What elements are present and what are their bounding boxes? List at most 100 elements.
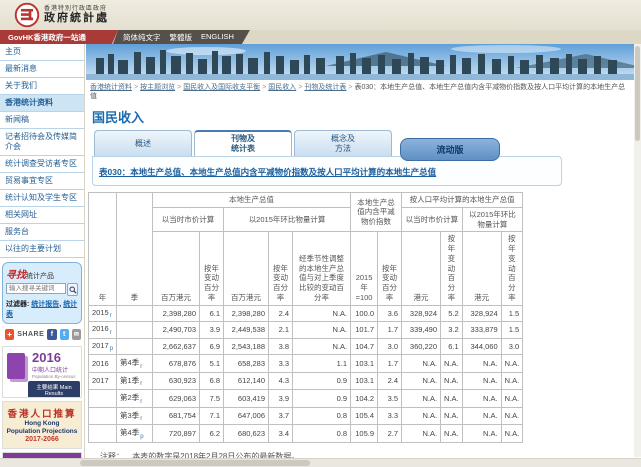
breadcrumb-separator: > [177, 84, 181, 91]
search-button[interactable] [67, 283, 78, 296]
sidebar-item[interactable]: 贸易事宜专区 [0, 173, 84, 190]
cell-year: 2017p [89, 338, 117, 355]
sidebar-item[interactable]: 服务台 [0, 224, 84, 241]
table-row: 2016r2,490,7033.92,449,5382.1N.A.101.71.… [89, 322, 523, 339]
cell-value: N.A. [441, 425, 463, 443]
cell-year: 2016 [89, 355, 117, 373]
lang-traditional[interactable]: 繁體版 [170, 32, 193, 44]
sidebar: 主页最新消息关于我们香港统计资料新闻稿记者招待会及传媒简介会统计调查受访者专区贸… [0, 44, 85, 467]
cell-year: 2017 [89, 372, 117, 390]
cell-value: 344,060 [462, 338, 501, 355]
breadcrumb-link[interactable]: 按主题浏览 [140, 84, 175, 91]
cell-value: 100.0 [351, 305, 378, 322]
twitter-icon[interactable]: t [60, 329, 69, 340]
sidebar-item[interactable]: 统计调查受访者专区 [0, 156, 84, 173]
th-quarter: 季 [117, 193, 153, 306]
revision-flag: r [140, 416, 142, 422]
gdp-table: 年 季 本地生产总值 本地生产总值内含平减物价指数 按人口平均计算的本地生产总值… [88, 192, 523, 443]
cell-value: 2,398,280 [224, 305, 269, 322]
revision-flag: r [140, 364, 142, 370]
projections-title-en2: Population Projections [3, 428, 81, 436]
bycensus-banner[interactable]: 2016 中期人口统计 Population By-census 主要结果 Ma… [2, 346, 82, 398]
email-icon[interactable]: ✉ [72, 329, 81, 340]
breadcrumb-separator: > [348, 84, 352, 91]
sidebar-item[interactable]: 记者招待会及传媒简介会 [0, 129, 84, 156]
cell-quarter: 第4季r [117, 355, 153, 373]
th-mn-hkd-2: 百万港元 [224, 232, 269, 305]
sidebar-item[interactable]: 新闻稿 [0, 112, 84, 129]
th-hkd: 港元 [402, 232, 441, 305]
cell-value: 0.9 [293, 372, 351, 390]
th-index-base: 2015年 =100 [351, 232, 378, 305]
cell-value: 105.4 [351, 407, 378, 425]
sidebar-item[interactable]: 香港统计资料 [0, 95, 84, 112]
cell-value: 658,283 [224, 355, 269, 373]
cell-value: 1.7 [378, 322, 402, 339]
sidebar-item[interactable]: 关于我们 [0, 78, 84, 95]
govhk-link[interactable]: GovHK香港政府一站通 [0, 30, 118, 44]
cell-value: 0.8 [293, 425, 351, 443]
sidebar-item[interactable]: 最新消息 [0, 61, 84, 78]
cell-value: 612,140 [224, 372, 269, 390]
cell-value: N.A. [441, 372, 463, 390]
th-chained: 以2015年环比物量计算 [224, 207, 351, 232]
tab[interactable]: 刊物及 统计表 [194, 130, 292, 156]
search-input[interactable] [6, 283, 66, 294]
tab[interactable]: 概述 [94, 130, 192, 156]
cell-value: 104.7 [351, 338, 378, 355]
breadcrumb: 香港统计资料>按主题浏览>国民收入及国际收支平衡>国民收入>刊物及统计表>表03… [86, 80, 634, 103]
sidebar-item[interactable]: 相关网址 [0, 207, 84, 224]
cell-quarter: 第4季p [117, 425, 153, 443]
table030-link[interactable]: 表030：本地生产总值、本地生产总值内含平减物价指数及按人口平均计算的本地生产总… [99, 167, 436, 177]
addthis-share-icon[interactable]: + [5, 329, 14, 340]
breadcrumb-link[interactable]: 刊物及统计表 [304, 84, 346, 91]
sidebar-item[interactable]: 以往的主要计划 [0, 241, 84, 258]
breadcrumb-link[interactable]: 国民收入及国际收支平衡 [183, 84, 260, 91]
breadcrumb-link[interactable]: 香港统计资料 [90, 84, 132, 91]
cell-value: N.A. [501, 355, 523, 373]
table-row: 2017第1季r630,9236.8612,1404.30.9103.12.4N… [89, 372, 523, 390]
th-current-prices-pc: 以当时市价计算 [402, 207, 463, 232]
cell-value: N.A. [462, 425, 501, 443]
cell-value: 360,220 [402, 338, 441, 355]
cell-value: 104.2 [351, 390, 378, 408]
cell-value: 630,923 [153, 372, 200, 390]
cell-year [89, 407, 117, 425]
bycensus-results-button[interactable]: 主要结果 Main Results [28, 381, 80, 398]
revision-flag: r [110, 313, 112, 319]
cell-value: 680,623 [224, 425, 269, 443]
cell-value: 7.1 [200, 407, 224, 425]
projections-banner[interactable]: 香港人口推算 Hong Kong Population Projections … [2, 401, 82, 449]
cell-value: 6.2 [200, 425, 224, 443]
harbour-skyline-banner [86, 44, 634, 80]
table-row: 第2季r629,0637.5603,4193.90.9104.23.5N.A.N… [89, 390, 523, 408]
cell-value: N.A. [462, 407, 501, 425]
sidebar-item[interactable]: 主页 [0, 44, 84, 61]
cell-value: 678,876 [153, 355, 200, 373]
facebook-icon[interactable]: f [47, 329, 56, 340]
cell-value: 328,924 [462, 305, 501, 322]
breadcrumb-link[interactable]: 国民收入 [268, 84, 296, 91]
mobile-version-button[interactable]: 流动版 [400, 138, 500, 161]
cell-value: 0.8 [293, 407, 351, 425]
cell-quarter [117, 305, 153, 322]
lang-simplified-text[interactable]: 简体纯文字 [123, 32, 161, 44]
vertical-scrollbar[interactable] [634, 44, 641, 457]
cell-value: N.A. [462, 372, 501, 390]
filter-link-reports[interactable]: 统计报告 [31, 301, 59, 308]
cell-value: N.A. [402, 390, 441, 408]
cell-value: 3.3 [378, 407, 402, 425]
cell-value: N.A. [501, 372, 523, 390]
horizontal-scrollbar-thumb[interactable] [80, 460, 310, 466]
vertical-scrollbar-thumb[interactable] [635, 46, 640, 141]
cell-value: 3.9 [269, 390, 293, 408]
cell-value: 603,419 [224, 390, 269, 408]
tab[interactable]: 概念及 方法 [294, 130, 392, 156]
cell-value: 681,754 [153, 407, 200, 425]
cell-value: 105.9 [351, 425, 378, 443]
horizontal-scrollbar[interactable] [0, 458, 641, 467]
lang-english[interactable]: ENGLISH [201, 32, 234, 44]
share-label: SHARE [17, 331, 44, 338]
sidebar-item[interactable]: 统计认知及学生专区 [0, 190, 84, 207]
cell-value: 0.9 [293, 390, 351, 408]
